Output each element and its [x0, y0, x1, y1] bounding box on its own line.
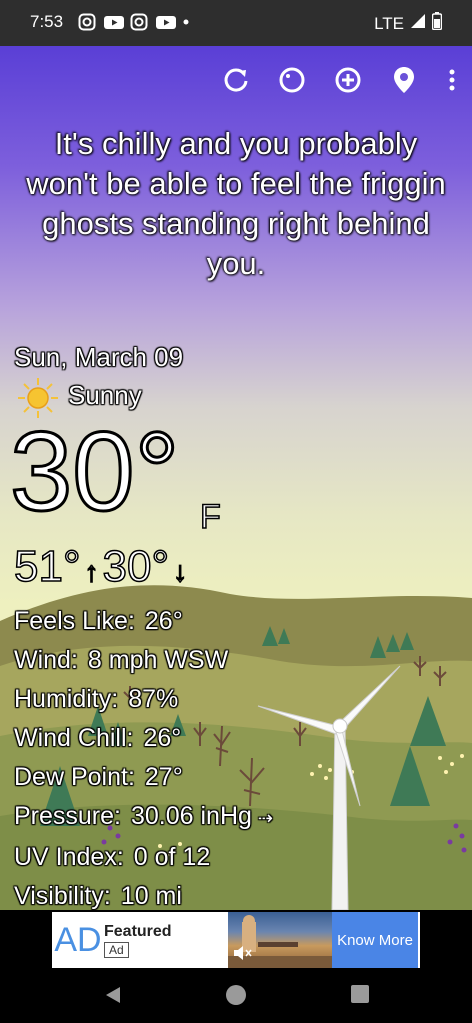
- detail-value: 10 mi: [120, 882, 182, 910]
- ad-bar: AD Featured Ad Know More: [0, 910, 472, 968]
- detail-wind: Wind: 8 mph WSW: [14, 641, 273, 680]
- ad-image: [228, 912, 332, 968]
- detail-feels-like: Feels Like: 26°: [14, 602, 273, 641]
- detail-value: 87%: [128, 685, 179, 713]
- detail-visibility: Visibility: 10 mi: [14, 877, 273, 910]
- detail-dew-point: Dew Point: 27°: [14, 758, 273, 797]
- detail-label: Dew Point:: [14, 763, 135, 791]
- current-temperature: 30°: [8, 409, 180, 534]
- status-bar: 7:53 LTE: [0, 0, 472, 46]
- ad-text: Featured Ad: [104, 912, 228, 968]
- mute-icon[interactable]: [232, 944, 252, 962]
- battery-icon: [431, 12, 443, 35]
- weather-headline: It's chilly and you probably won't be ab…: [26, 126, 446, 281]
- signal-icon: [410, 13, 426, 34]
- high-temperature: 51°: [13, 541, 81, 592]
- theme-icon: [279, 67, 305, 93]
- pressure-trend-icon: ⇢: [257, 808, 274, 828]
- high-low-temperatures: 51° ↑ 30° ↓: [13, 541, 191, 592]
- location-pin-icon: [394, 67, 414, 93]
- forecast-date: Sun, March 09: [14, 342, 184, 372]
- detail-humidity: Humidity: 87%: [14, 680, 273, 719]
- low-temperature: 30°: [102, 541, 170, 592]
- location-button[interactable]: [388, 64, 420, 96]
- detail-pressure: Pressure: 30.06 inHg ⇢: [14, 797, 273, 838]
- detail-value: 26°: [144, 607, 183, 635]
- detail-label: Visibility:: [14, 882, 111, 910]
- detail-value: 0 of 12: [133, 843, 211, 871]
- weather-details: Feels Like: 26° Wind: 8 mph WSW Humidity: 8…: [14, 602, 273, 910]
- detail-value: 8 mph WSW: [87, 646, 229, 674]
- youtube-icon: [104, 13, 124, 31]
- dot-icon: [182, 13, 200, 31]
- refresh-icon: [224, 68, 248, 92]
- add-location-icon: [335, 67, 361, 93]
- back-icon[interactable]: [102, 984, 124, 1006]
- status-time: 7:53: [30, 12, 64, 31]
- detail-value: 27°: [144, 763, 183, 791]
- instagram-icon: [130, 13, 148, 31]
- add-location-button[interactable]: [332, 64, 364, 96]
- notification-icons: [78, 13, 200, 31]
- ad-featured-label: Featured: [104, 923, 172, 940]
- youtube-icon: [156, 13, 176, 31]
- condition-label: Sunny: [68, 380, 142, 410]
- detail-label: Humidity:: [14, 685, 119, 713]
- know-more-button[interactable]: Know More: [332, 912, 418, 968]
- refresh-button[interactable]: [220, 64, 252, 96]
- detail-uv-index: UV Index: 0 of 12: [14, 838, 273, 877]
- detail-label: Pressure:: [14, 802, 121, 830]
- instagram-icon: [78, 13, 96, 31]
- temperature-unit: F: [199, 497, 221, 537]
- detail-value: 30.06 inHg: [130, 802, 252, 830]
- arrow-up-icon: ↑: [84, 555, 100, 588]
- detail-value: 26°: [143, 724, 182, 752]
- ad-banner[interactable]: AD Featured Ad Know More: [52, 912, 420, 968]
- ad-badge: Ad: [104, 942, 129, 958]
- detail-label: Feels Like:: [14, 607, 135, 635]
- detail-wind-chill: Wind Chill: 26°: [14, 719, 273, 758]
- ad-logo: AD: [54, 920, 102, 959]
- detail-label: Wind:: [14, 646, 78, 674]
- more-options-button[interactable]: [446, 64, 458, 96]
- navigation-bar: [0, 968, 472, 1023]
- network-type: LTE: [374, 13, 404, 33]
- detail-label: Wind Chill:: [14, 724, 134, 752]
- toolbar: [196, 64, 458, 96]
- recents-icon[interactable]: [350, 984, 370, 1004]
- arrow-down-icon: ↓: [172, 555, 188, 588]
- weather-screen: It's chilly and you probably won't be ab…: [0, 46, 472, 910]
- more-vert-icon: [449, 69, 455, 91]
- detail-label: UV Index:: [14, 843, 124, 871]
- home-icon[interactable]: [225, 984, 247, 1006]
- theme-button[interactable]: [276, 64, 308, 96]
